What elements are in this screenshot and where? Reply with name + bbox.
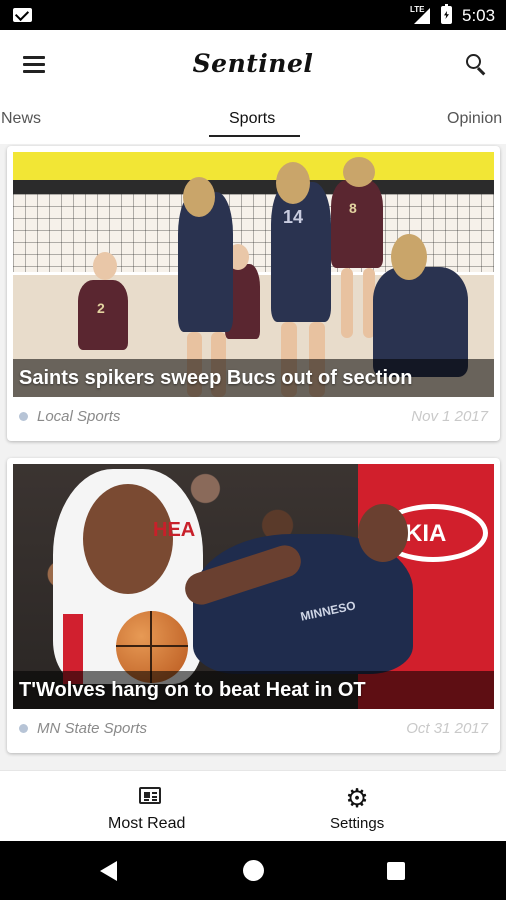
- nav-settings[interactable]: ⚙ Settings: [230, 771, 483, 842]
- nav-label: Settings: [330, 815, 385, 832]
- gym-wall: [13, 152, 494, 182]
- bottom-navigation: Most Read ⚙ Settings: [0, 770, 506, 841]
- jersey-number: 14: [283, 207, 304, 227]
- article-date: Nov 1 2017: [411, 408, 488, 425]
- player-head: [276, 162, 310, 204]
- home-icon[interactable]: [243, 860, 264, 881]
- nav-label: Most Read: [108, 815, 186, 832]
- system-navigation-bar: [0, 841, 506, 900]
- heat-jersey-text: HEA: [153, 519, 196, 541]
- tab-news[interactable]: News: [1, 110, 41, 128]
- tab-opinion[interactable]: Opinion: [447, 110, 502, 128]
- article-card[interactable]: KIA HEA MINNESO T'Wolves hang on to beat…: [7, 458, 500, 753]
- recents-icon[interactable]: [387, 862, 405, 880]
- article-photo: KIA HEA MINNESO T'Wolves hang on to beat…: [13, 464, 494, 709]
- player-head: [343, 157, 375, 187]
- signal-icon: [414, 8, 430, 24]
- sponsor-text: KIA: [405, 520, 447, 547]
- player-silhouette: [331, 180, 383, 268]
- newspaper-icon: [139, 787, 161, 804]
- article-headline: Saints spikers sweep Bucs out of section: [19, 367, 413, 389]
- jersey-number: 2: [97, 300, 105, 316]
- player-head: [93, 252, 117, 280]
- article-headline: T'Wolves hang on to beat Heat in OT: [19, 679, 366, 701]
- back-icon[interactable]: [100, 861, 117, 881]
- app-screen: LTE 5:03 Sentinel News Sports Opinion 2: [0, 0, 506, 900]
- wall-band: [13, 180, 494, 194]
- article-card[interactable]: 2 8 14 Saints spikers sweep Bucs out of …: [7, 146, 500, 441]
- gear-icon: ⚙: [345, 783, 369, 813]
- category-dot: [19, 724, 28, 733]
- category-dot: [19, 412, 28, 421]
- status-bar: LTE 5:03: [0, 0, 506, 30]
- app-bar: Sentinel: [0, 30, 506, 100]
- headline-overlay: Saints spikers sweep Bucs out of section: [13, 359, 494, 397]
- article-photo: 2 8 14 Saints spikers sweep Bucs out of …: [13, 152, 494, 397]
- player-head: [183, 177, 215, 217]
- app-title: Sentinel: [192, 49, 314, 78]
- battery-charging-icon: [441, 4, 452, 24]
- active-tab-indicator: [209, 135, 300, 137]
- gmail-icon: [13, 8, 32, 22]
- wolves-player-head: [358, 504, 408, 562]
- player-head: [391, 234, 427, 280]
- player-leg: [341, 268, 353, 338]
- search-icon[interactable]: [460, 50, 492, 80]
- player-silhouette: [271, 182, 331, 322]
- jersey-number: 8: [349, 200, 357, 216]
- section-tabs: News Sports Opinion: [0, 100, 506, 144]
- article-category: MN State Sports: [37, 720, 148, 737]
- status-time: 5:03: [462, 6, 496, 25]
- headline-overlay: T'Wolves hang on to beat Heat in OT: [13, 671, 494, 709]
- tab-sports[interactable]: Sports: [229, 110, 275, 128]
- article-category: Local Sports: [37, 408, 121, 425]
- article-date: Oct 31 2017: [406, 720, 488, 737]
